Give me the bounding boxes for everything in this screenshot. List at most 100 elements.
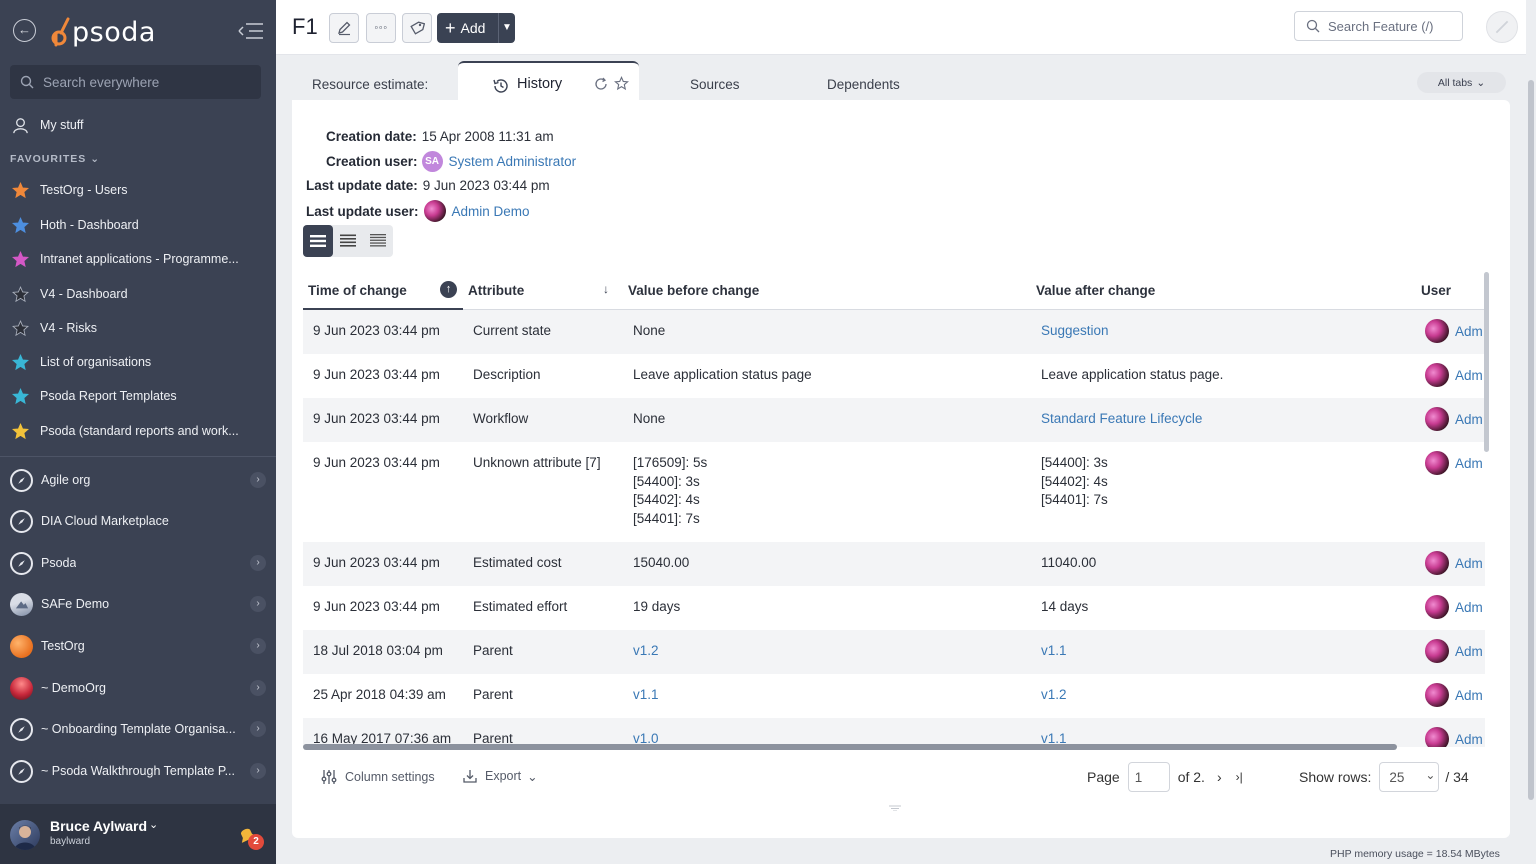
- cell-user[interactable]: Adm: [1425, 319, 1483, 343]
- sort-ascending-icon[interactable]: ↑: [440, 281, 457, 298]
- value-after-line[interactable]: v1.1: [1041, 642, 1067, 661]
- cell-value-before: Leave application status page: [633, 366, 812, 385]
- organisation-item[interactable]: ~ DemoOrg ›: [0, 671, 276, 705]
- tag-button[interactable]: [402, 13, 432, 43]
- organisation-item[interactable]: DIA Cloud Marketplace: [0, 504, 276, 538]
- add-dropdown-caret-icon[interactable]: ▼: [498, 13, 515, 43]
- column-header-time[interactable]: Time of change: [308, 283, 407, 298]
- cell-user-link[interactable]: Adm: [1455, 456, 1483, 471]
- update-date-label: Last update date:: [306, 178, 418, 193]
- cell-user[interactable]: Adm: [1425, 639, 1483, 663]
- page-number-input[interactable]: 1: [1127, 762, 1170, 792]
- next-page-icon[interactable]: ›: [1217, 769, 1222, 785]
- cell-user[interactable]: Adm: [1425, 407, 1483, 431]
- feature-search-input[interactable]: Search Feature (/): [1294, 11, 1463, 41]
- user-avatar[interactable]: [10, 820, 40, 850]
- favourite-item[interactable]: List of organisations: [0, 347, 276, 377]
- column-header-user[interactable]: User: [1421, 283, 1451, 298]
- last-page-icon[interactable]: ›|: [1236, 770, 1243, 784]
- cell-user[interactable]: Adm: [1425, 595, 1483, 619]
- cell-user-link[interactable]: Adm: [1455, 688, 1483, 703]
- star-favourite-icon[interactable]: [614, 76, 629, 91]
- more-options-button[interactable]: ◦◦◦: [366, 13, 396, 43]
- favourite-item[interactable]: V4 - Risks: [0, 313, 276, 343]
- collapse-menu-icon[interactable]: [238, 21, 264, 41]
- cell-user-link[interactable]: Adm: [1455, 412, 1483, 427]
- column-settings-button[interactable]: Column settings: [320, 768, 435, 786]
- history-panel: Creation date: 15 Apr 2008 11:31 am Crea…: [292, 100, 1510, 838]
- user-menu-chevron-icon[interactable]: ⌄: [149, 818, 158, 831]
- export-button[interactable]: Export ⌄: [462, 768, 538, 784]
- refresh-icon[interactable]: [594, 77, 608, 91]
- cell-user[interactable]: Adm: [1425, 451, 1483, 475]
- add-button[interactable]: + Add ▼: [437, 13, 515, 43]
- quick-note-button[interactable]: [1486, 11, 1518, 43]
- sidebar: ← psoda Search everywhere My stuff FAVOU…: [0, 0, 276, 864]
- tab-resource-estimate[interactable]: Resource estimate:: [312, 70, 428, 98]
- column-header-value-before[interactable]: Value before change: [628, 283, 759, 298]
- organisation-item[interactable]: Agile org ›: [0, 463, 276, 497]
- tab-sources[interactable]: Sources: [690, 70, 740, 98]
- cell-user-link[interactable]: Adm: [1455, 324, 1483, 339]
- page-scrollbar-thumb[interactable]: [1528, 80, 1534, 800]
- organisation-item[interactable]: TestOrg ›: [0, 629, 276, 663]
- cell-user-link[interactable]: Adm: [1455, 368, 1483, 383]
- logo-text: psoda: [72, 16, 156, 48]
- chevron-right-icon[interactable]: ›: [250, 721, 266, 737]
- column-header-value-after[interactable]: Value after change: [1036, 283, 1155, 298]
- favourite-item[interactable]: Hoth - Dashboard: [0, 210, 276, 240]
- value-after-line[interactable]: Standard Feature Lifecycle: [1041, 410, 1202, 429]
- organisation-item[interactable]: ~ Psoda Walkthrough Template P... ›: [0, 754, 276, 788]
- chevron-right-icon[interactable]: ›: [250, 596, 266, 612]
- edit-button[interactable]: [329, 13, 359, 43]
- density-compact-button[interactable]: [363, 225, 393, 257]
- cell-user-link[interactable]: Adm: [1455, 556, 1483, 571]
- density-comfortable-button[interactable]: [303, 225, 333, 257]
- table-horizontal-scrollbar[interactable]: [303, 744, 1397, 750]
- user-icon: [10, 115, 30, 135]
- cell-user[interactable]: Adm: [1425, 727, 1483, 747]
- cell-user-link[interactable]: Adm: [1455, 600, 1483, 615]
- favourite-item[interactable]: Psoda Report Templates: [0, 381, 276, 411]
- organisation-item[interactable]: ~ Onboarding Template Organisa... ›: [0, 712, 276, 746]
- tab-dependents[interactable]: Dependents: [827, 70, 900, 98]
- cell-user[interactable]: Adm: [1425, 551, 1483, 575]
- chevron-right-icon[interactable]: ›: [250, 555, 266, 571]
- value-before-line[interactable]: v1.2: [633, 642, 659, 661]
- cell-user[interactable]: Adm: [1425, 683, 1483, 707]
- all-tabs-button[interactable]: All tabs ⌄: [1417, 72, 1506, 93]
- tab-history[interactable]: History: [458, 61, 639, 101]
- favourite-item[interactable]: TestOrg - Users: [0, 175, 276, 205]
- organisation-item[interactable]: Psoda ›: [0, 546, 276, 580]
- update-user-link[interactable]: Admin Demo: [452, 204, 530, 219]
- cell-user[interactable]: Adm: [1425, 363, 1483, 387]
- back-icon[interactable]: ←: [13, 19, 36, 42]
- page-scrollbar[interactable]: [1526, 0, 1536, 864]
- favourites-header[interactable]: FAVOURITES ⌄: [10, 153, 100, 165]
- cell-time: 9 Jun 2023 03:44 pm: [313, 367, 440, 382]
- favourite-item[interactable]: Intranet applications - Programme...: [0, 244, 276, 274]
- organisation-item[interactable]: SAFe Demo ›: [0, 587, 276, 621]
- creation-user-link[interactable]: System Administrator: [449, 154, 577, 169]
- value-after-line[interactable]: v1.2: [1041, 686, 1067, 705]
- cell-user-link[interactable]: Adm: [1455, 644, 1483, 659]
- value-after-line[interactable]: Suggestion: [1041, 322, 1109, 341]
- favourite-item[interactable]: V4 - Dashboard: [0, 279, 276, 309]
- chevron-right-icon[interactable]: ›: [250, 472, 266, 488]
- resize-grip-icon[interactable]: [889, 805, 901, 811]
- favourite-item[interactable]: Psoda (standard reports and work...: [0, 416, 276, 446]
- column-header-attribute[interactable]: Attribute: [468, 283, 524, 298]
- chevron-right-icon[interactable]: ›: [250, 638, 266, 654]
- user-panel[interactable]: Bruce Aylward ⌄ baylward 2: [0, 804, 276, 864]
- cell-user-link[interactable]: Adm: [1455, 732, 1483, 747]
- value-before-line[interactable]: v1.1: [633, 686, 659, 705]
- sidebar-search-input[interactable]: Search everywhere: [10, 65, 261, 99]
- rows-per-page-select[interactable]: 25 ⌄: [1379, 762, 1440, 792]
- psoda-logo[interactable]: psoda: [50, 14, 156, 50]
- chevron-right-icon[interactable]: ›: [250, 680, 266, 696]
- density-standard-button[interactable]: [333, 225, 363, 257]
- sort-descending-icon[interactable]: ↓: [603, 282, 609, 296]
- my-stuff-link[interactable]: My stuff: [0, 110, 276, 140]
- chevron-right-icon[interactable]: ›: [250, 763, 266, 779]
- table-vertical-scrollbar[interactable]: [1484, 272, 1489, 452]
